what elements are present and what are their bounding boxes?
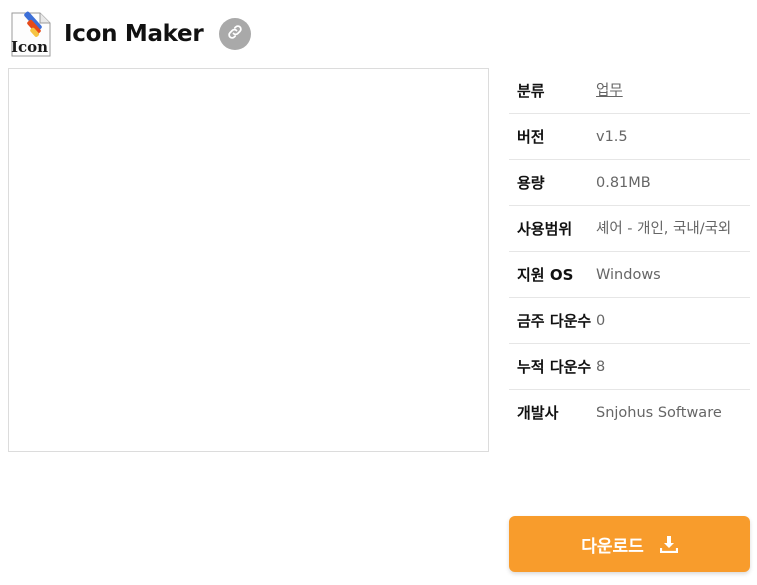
- app-icon-label: Icon: [11, 38, 48, 56]
- info-row-os: 지원 OS Windows: [509, 252, 750, 298]
- link-icon: [226, 23, 244, 45]
- total-downloads-label: 누적 다운수: [517, 358, 592, 376]
- app-title: Icon Maker: [64, 21, 204, 47]
- license-label: 사용범위: [517, 220, 573, 238]
- version-value: v1.5: [596, 129, 628, 145]
- total-downloads-value: 8: [596, 359, 606, 375]
- download-icon: [659, 535, 678, 553]
- size-label: 용량: [517, 174, 545, 192]
- screenshot-preview: [8, 68, 489, 452]
- license-value: 셰어 - 개인, 국내/국외: [596, 221, 732, 237]
- category-link[interactable]: 업무: [596, 79, 750, 103]
- os-label: 지원 OS: [517, 266, 574, 284]
- os-value: Windows: [596, 267, 661, 283]
- download-button[interactable]: 다운로드: [509, 516, 750, 572]
- app-header: Icon Icon Maker: [8, 8, 252, 60]
- info-row-size: 용량 0.81MB: [509, 160, 750, 206]
- copy-link-button[interactable]: [219, 18, 252, 50]
- info-row-category: 분류 업무: [509, 68, 750, 114]
- download-label: 다운로드: [581, 536, 644, 557]
- info-row-version: 버전 v1.5: [509, 114, 750, 160]
- info-table: 분류 업무 버전 v1.5 용량 0.81MB 사용범위 셰어 - 개인, 국내…: [509, 68, 750, 435]
- weekly-downloads-label: 금주 다운수: [517, 312, 592, 330]
- info-row-license: 사용범위 셰어 - 개인, 국내/국외: [509, 206, 750, 252]
- weekly-downloads-value: 0: [596, 313, 606, 329]
- version-label: 버전: [517, 128, 545, 146]
- info-row-total-downloads: 누적 다운수 8: [509, 344, 750, 390]
- developer-label: 개발사: [517, 404, 559, 422]
- info-row-developer: 개발사 Snjohus Software: [509, 390, 750, 435]
- info-row-weekly-downloads: 금주 다운수 0: [509, 298, 750, 344]
- icon-maker-app-icon: Icon: [8, 10, 56, 58]
- developer-value: Snjohus Software: [596, 405, 722, 421]
- size-value: 0.81MB: [596, 175, 651, 191]
- category-label: 분류: [517, 82, 545, 100]
